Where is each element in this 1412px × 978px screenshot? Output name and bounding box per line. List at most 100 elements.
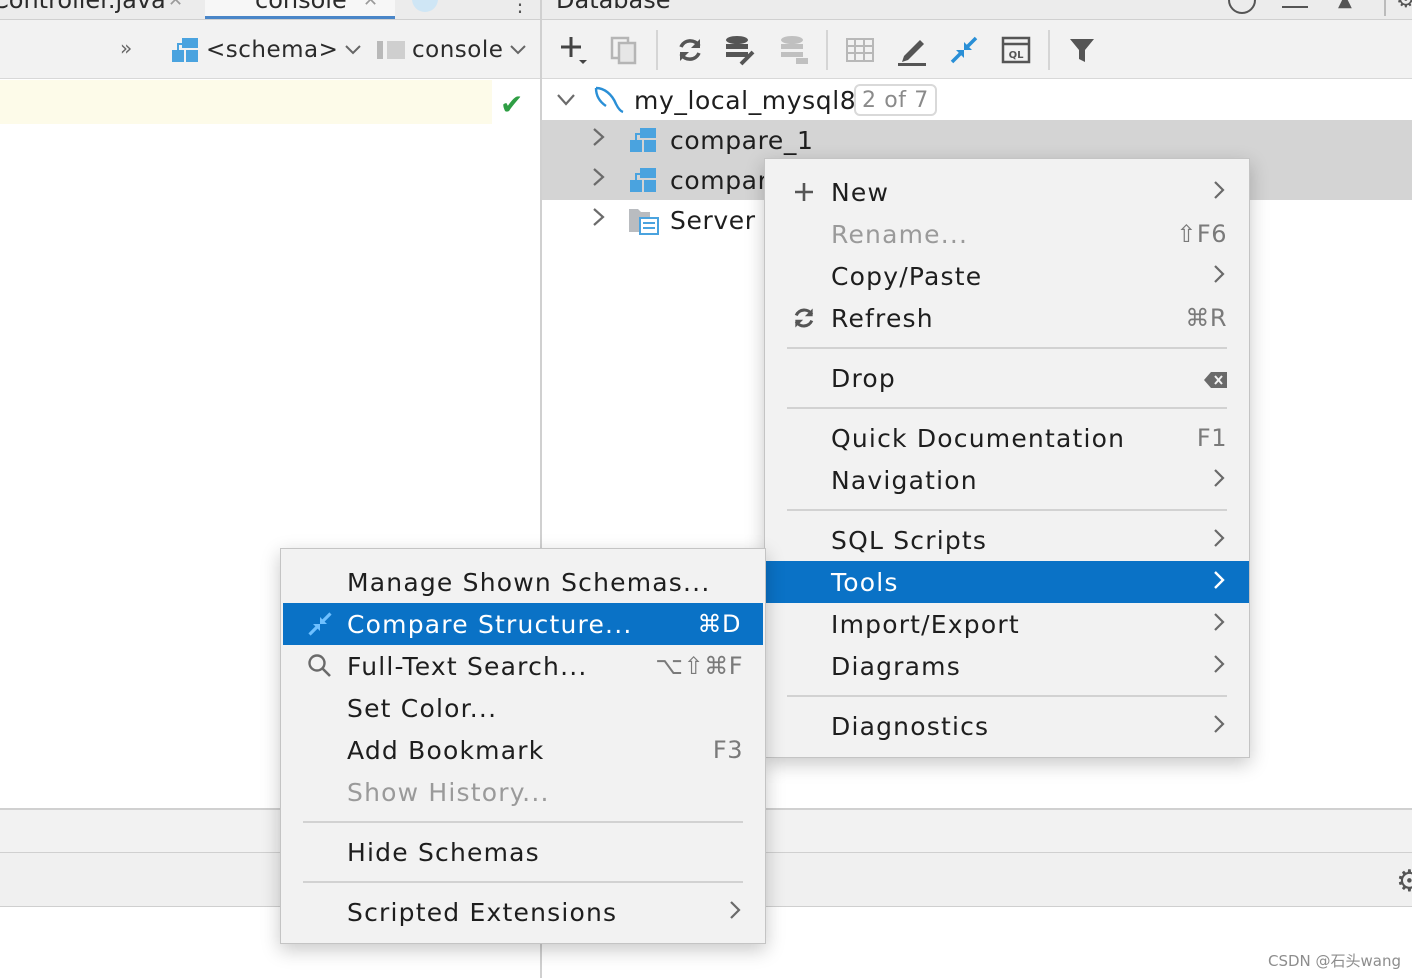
- menu-item-shortcut: F1: [1196, 424, 1227, 452]
- menu-item-label: Import/Export: [831, 609, 1020, 639]
- editor-current-line[interactable]: [0, 80, 492, 124]
- menu-item-drop[interactable]: Drop: [765, 357, 1249, 399]
- caret-up-icon[interactable]: ▲: [1338, 0, 1352, 11]
- menu-item-manage-shown-schemas[interactable]: Manage Shown Schemas...: [281, 561, 765, 603]
- chevron-right-icon: [1213, 466, 1225, 494]
- table-icon: [846, 38, 874, 62]
- menu-item-copy-paste[interactable]: Copy/Paste: [765, 255, 1249, 297]
- close-tab-icon[interactable]: ✕: [168, 0, 183, 11]
- tab-console-label: console: [255, 0, 347, 14]
- chevron-down-icon[interactable]: [556, 88, 576, 113]
- editor-tab-strip: Controller.java ✕ console ✕ ⋮ Database ▲…: [0, 0, 1412, 20]
- chevron-right-icon: [1213, 526, 1225, 554]
- close-tab-icon[interactable]: ✕: [363, 0, 378, 11]
- menu-item-diagrams[interactable]: Diagrams: [765, 645, 1249, 687]
- globe-icon[interactable]: [1228, 0, 1256, 14]
- query-console-button[interactable]: QL: [998, 32, 1034, 68]
- tab-console[interactable]: console ✕: [205, 0, 395, 19]
- menu-item-tools[interactable]: Tools: [765, 561, 1249, 603]
- chevron-right-icon[interactable]: [592, 207, 606, 233]
- tree-node-datasource[interactable]: my_local_mysql8 2 of 7: [542, 80, 1412, 120]
- menu-item-add-bookmark[interactable]: Add Bookmark F3: [281, 729, 765, 771]
- plus-icon: [789, 177, 819, 207]
- schema-selector[interactable]: <schema>: [170, 30, 362, 70]
- console-selector[interactable]: console: [376, 30, 527, 70]
- edit-button[interactable]: [894, 32, 930, 68]
- table-view-button[interactable]: [842, 32, 878, 68]
- chevron-right-icon: [729, 898, 741, 926]
- menu-item-label: New: [831, 177, 890, 207]
- pencil-icon: [898, 40, 926, 66]
- duplicate-button[interactable]: [606, 32, 642, 68]
- menu-separator: [303, 881, 743, 883]
- chevron-right-icon[interactable]: [592, 167, 606, 193]
- menu-item-hide-schemas[interactable]: Hide Schemas: [281, 831, 765, 873]
- menu-separator: [303, 821, 743, 823]
- tab-controller-java[interactable]: Controller.java: [0, 0, 166, 14]
- check-icon: ✔: [500, 88, 524, 121]
- menu-item-shortcut: ⌘D: [697, 610, 741, 638]
- menu-item-full-text-search[interactable]: Full-Text Search... ⌥⇧⌘F: [281, 645, 765, 687]
- plus-icon: [561, 37, 587, 64]
- menu-item-new[interactable]: New: [765, 171, 1249, 213]
- minimize-icon[interactable]: [1282, 6, 1308, 8]
- menu-item-sql-scripts[interactable]: SQL Scripts: [765, 519, 1249, 561]
- search-icon: [305, 651, 335, 681]
- tree-node-schema[interactable]: compare_1: [542, 120, 1412, 160]
- menu-item-label: Quick Documentation: [831, 423, 1126, 453]
- menu-item-label: Copy/Paste: [831, 261, 983, 291]
- refresh-icon: [679, 39, 701, 61]
- editor-toolbar: » <schema> console: [0, 20, 540, 79]
- server-folder-icon: [628, 206, 660, 242]
- mysql-dolphin-icon: [592, 84, 626, 122]
- db-wrench-icon: [726, 36, 755, 66]
- settings-icon[interactable]: ⚙: [1396, 0, 1412, 13]
- menu-item-navigation[interactable]: Navigation: [765, 459, 1249, 501]
- menu-item-import-export[interactable]: Import/Export: [765, 603, 1249, 645]
- filter-icon: [1070, 39, 1094, 62]
- datasource-label: my_local_mysql8: [634, 85, 857, 115]
- menu-separator: [787, 407, 1227, 409]
- refresh-button[interactable]: [672, 32, 708, 68]
- chevron-down-icon: [510, 45, 527, 55]
- schema-count-badge[interactable]: 2 of 7: [854, 84, 937, 116]
- menu-item-label: SQL Scripts: [831, 525, 988, 555]
- menu-item-quick-documentation[interactable]: Quick Documentation F1: [765, 417, 1249, 459]
- menu-item-label: Refresh: [831, 303, 934, 333]
- menu-item-label: Show History...: [347, 777, 550, 807]
- db-properties-button[interactable]: [722, 32, 758, 68]
- menu-item-compare-structure[interactable]: Compare Structure... ⌘D: [283, 603, 763, 645]
- menu-item-refresh[interactable]: Refresh ⌘R: [765, 297, 1249, 339]
- menu-item-label: Manage Shown Schemas...: [347, 567, 711, 597]
- menu-item-label: Hide Schemas: [347, 837, 540, 867]
- filter-button[interactable]: [1064, 32, 1100, 68]
- more-tabs-icon[interactable]: ⋮: [510, 0, 530, 16]
- schema-selector-label: <schema>: [206, 37, 339, 63]
- menu-separator: [787, 695, 1227, 697]
- chevron-right-icon[interactable]: [592, 127, 606, 153]
- menu-item-diagnostics[interactable]: Diagnostics: [765, 705, 1249, 747]
- menu-item-label: Diagnostics: [831, 711, 990, 741]
- toolbar-separator: [826, 30, 828, 70]
- menu-item-shortcut: ⌘R: [1185, 304, 1227, 332]
- menu-item-shortcut: F3: [712, 736, 743, 764]
- add-button[interactable]: [556, 32, 592, 68]
- database-toolbar: QL: [542, 20, 1412, 79]
- menu-item-rename[interactable]: Rename... ⇧F6: [765, 213, 1249, 255]
- more-actions-button[interactable]: »: [120, 36, 132, 60]
- gear-icon[interactable]: ⚙: [1396, 864, 1412, 899]
- watermark-text: CSDN @石头wang: [1268, 952, 1402, 970]
- schema-icon: [628, 126, 658, 160]
- loading-indicator-icon: [412, 0, 438, 12]
- db-stack-button[interactable]: [776, 32, 812, 68]
- copy-icon: [610, 36, 637, 65]
- context-menu: New Rename... ⇧F6 Copy/Paste Refresh ⌘R …: [764, 158, 1250, 758]
- compare-arrows-icon: [950, 36, 978, 64]
- menu-item-scripted-extensions[interactable]: Scripted Extensions: [281, 891, 765, 933]
- menu-item-set-color[interactable]: Set Color...: [281, 687, 765, 729]
- chevron-down-icon: [345, 45, 362, 55]
- refresh-icon: [789, 303, 819, 333]
- compare-button[interactable]: [946, 32, 982, 68]
- menu-item-label: Full-Text Search...: [347, 651, 588, 681]
- menu-item-show-history[interactable]: Show History...: [281, 771, 765, 813]
